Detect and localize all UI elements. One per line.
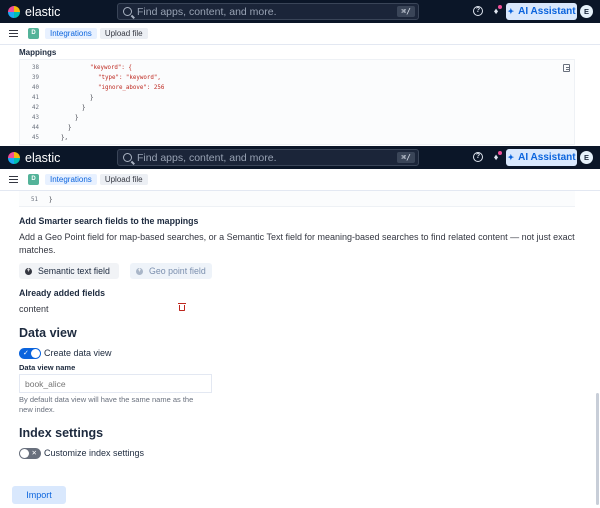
elastic-logo-icon bbox=[8, 151, 20, 164]
breadcrumb-sticky: D Integrations Upload file bbox=[0, 169, 600, 191]
space-badge[interactable]: D bbox=[28, 28, 39, 39]
code-text: } bbox=[90, 95, 94, 101]
code-text: } bbox=[49, 197, 53, 203]
code-text: }, bbox=[61, 135, 68, 141]
line-number: 39 bbox=[32, 75, 39, 81]
plus-icon: + bbox=[25, 267, 32, 275]
code-text: } bbox=[68, 125, 72, 131]
menu-icon[interactable] bbox=[9, 30, 18, 37]
ai-assistant-button[interactable]: ✦ AI Assistant bbox=[506, 3, 577, 20]
toggle-knob bbox=[31, 349, 40, 358]
notification-dot bbox=[498, 151, 502, 155]
help-icon[interactable]: ? bbox=[473, 6, 483, 16]
top-header-bar: elastic Find apps, content, and more. ⌘/… bbox=[0, 0, 600, 23]
ai-spark-icon: ✦ bbox=[507, 153, 515, 162]
global-search[interactable]: Find apps, content, and more. ⌘/ bbox=[117, 149, 419, 166]
page-scrollbar[interactable] bbox=[596, 393, 599, 505]
brand-name: elastic bbox=[25, 150, 61, 165]
customize-index-settings-toggle[interactable]: ✕ bbox=[19, 448, 41, 459]
data-view-name-input[interactable] bbox=[19, 374, 212, 393]
breadcrumb-integrations[interactable]: Integrations bbox=[45, 174, 97, 185]
code-line: 44} bbox=[20, 123, 574, 133]
code-line: 45}, bbox=[20, 133, 574, 143]
code-text: } bbox=[82, 105, 86, 111]
copy-icon[interactable] bbox=[563, 64, 570, 72]
ai-assistant-label: AI Assistant bbox=[518, 6, 576, 17]
search-shortcut: ⌘/ bbox=[397, 6, 415, 17]
top-header-bar-sticky: elastic Find apps, content, and more. ⌘/… bbox=[0, 146, 600, 169]
code-line: 39 "type": "keyword", bbox=[20, 73, 574, 83]
customize-index-settings-label[interactable]: Customize index settings bbox=[44, 448, 144, 458]
mappings-code-editor[interactable]: 38 "keyword": { 39 "type": "keyword", 40 "i… bbox=[19, 59, 575, 145]
code-line: 41} bbox=[20, 93, 574, 103]
search-icon bbox=[123, 153, 132, 162]
search-placeholder: Find apps, content, and more. bbox=[137, 5, 277, 18]
code-text: "ignore_above": 256 bbox=[98, 85, 165, 91]
elastic-logo-icon bbox=[8, 5, 20, 18]
space-badge[interactable]: D bbox=[28, 174, 39, 185]
index-settings-heading: Index settings bbox=[19, 426, 104, 440]
search-placeholder: Find apps, content, and more. bbox=[137, 151, 277, 164]
code-line: 42} bbox=[20, 103, 574, 113]
elastic-logo[interactable]: elastic bbox=[8, 151, 60, 165]
code-line: 43} bbox=[20, 113, 574, 123]
data-view-help-text: By default data view will have the same … bbox=[19, 395, 194, 414]
trash-icon[interactable] bbox=[178, 303, 186, 311]
ai-spark-icon: ✦ bbox=[507, 7, 515, 16]
line-number: 51 bbox=[31, 197, 38, 203]
smarter-search-description: Add a Geo Point field for map-based sear… bbox=[19, 232, 575, 255]
help-icon[interactable]: ? bbox=[473, 152, 483, 162]
notification-dot bbox=[498, 5, 502, 9]
code-text: "type": "keyword", bbox=[98, 75, 161, 81]
add-geo-point-field-button[interactable]: + Geo point field bbox=[130, 263, 212, 279]
code-line: 38 "keyword": { bbox=[20, 63, 574, 73]
line-number: 41 bbox=[32, 95, 39, 101]
breadcrumb-upload-file: Upload file bbox=[99, 174, 148, 185]
breadcrumb-upload-file: Upload file bbox=[99, 28, 148, 39]
search-icon bbox=[123, 7, 132, 16]
semantic-button-label: Semantic text field bbox=[38, 266, 110, 276]
add-semantic-text-field-button[interactable]: + Semantic text field bbox=[19, 263, 119, 279]
data-view-heading: Data view bbox=[19, 326, 77, 340]
ai-assistant-label: AI Assistant bbox=[518, 152, 576, 163]
check-icon: ✓ bbox=[23, 350, 29, 357]
line-number: 43 bbox=[32, 115, 39, 121]
code-text: "keyword": { bbox=[90, 65, 132, 71]
line-number: 38 bbox=[32, 65, 39, 71]
mappings-code-tail[interactable]: 51} bbox=[19, 191, 575, 207]
elastic-logo[interactable]: elastic bbox=[8, 5, 60, 19]
import-button[interactable]: Import bbox=[12, 486, 66, 504]
breadcrumb-integrations[interactable]: Integrations bbox=[45, 28, 97, 39]
avatar[interactable]: E bbox=[580, 151, 593, 164]
mappings-title: Mappings bbox=[19, 48, 57, 57]
plus-icon: + bbox=[136, 267, 143, 275]
create-data-view-label[interactable]: Create data view bbox=[44, 348, 112, 358]
brand-name: elastic bbox=[25, 4, 61, 19]
toggle-knob bbox=[20, 449, 29, 458]
line-number: 45 bbox=[32, 135, 39, 141]
breadcrumb: D Integrations Upload file bbox=[0, 23, 600, 45]
code-line: 40 "ignore_above": 256 bbox=[20, 83, 574, 93]
search-shortcut: ⌘/ bbox=[397, 152, 415, 163]
added-fields-heading: Already added fields bbox=[19, 288, 106, 298]
create-data-view-toggle[interactable]: ✓ bbox=[19, 348, 41, 359]
menu-icon[interactable] bbox=[9, 176, 18, 183]
smarter-search-heading: Add Smarter search fields to the mapping… bbox=[19, 216, 199, 226]
added-field-content: content bbox=[19, 304, 49, 314]
global-search[interactable]: Find apps, content, and more. ⌘/ bbox=[117, 3, 419, 20]
line-number: 40 bbox=[32, 85, 39, 91]
line-number: 42 bbox=[32, 105, 39, 111]
data-view-name-label: Data view name bbox=[19, 363, 76, 372]
ai-assistant-button[interactable]: ✦ AI Assistant bbox=[506, 149, 577, 166]
geo-button-label: Geo point field bbox=[149, 266, 206, 276]
cross-icon: ✕ bbox=[31, 450, 37, 457]
avatar[interactable]: E bbox=[580, 5, 593, 18]
line-number: 44 bbox=[32, 125, 39, 131]
code-line: 51} bbox=[19, 195, 575, 205]
code-text: } bbox=[75, 115, 79, 121]
